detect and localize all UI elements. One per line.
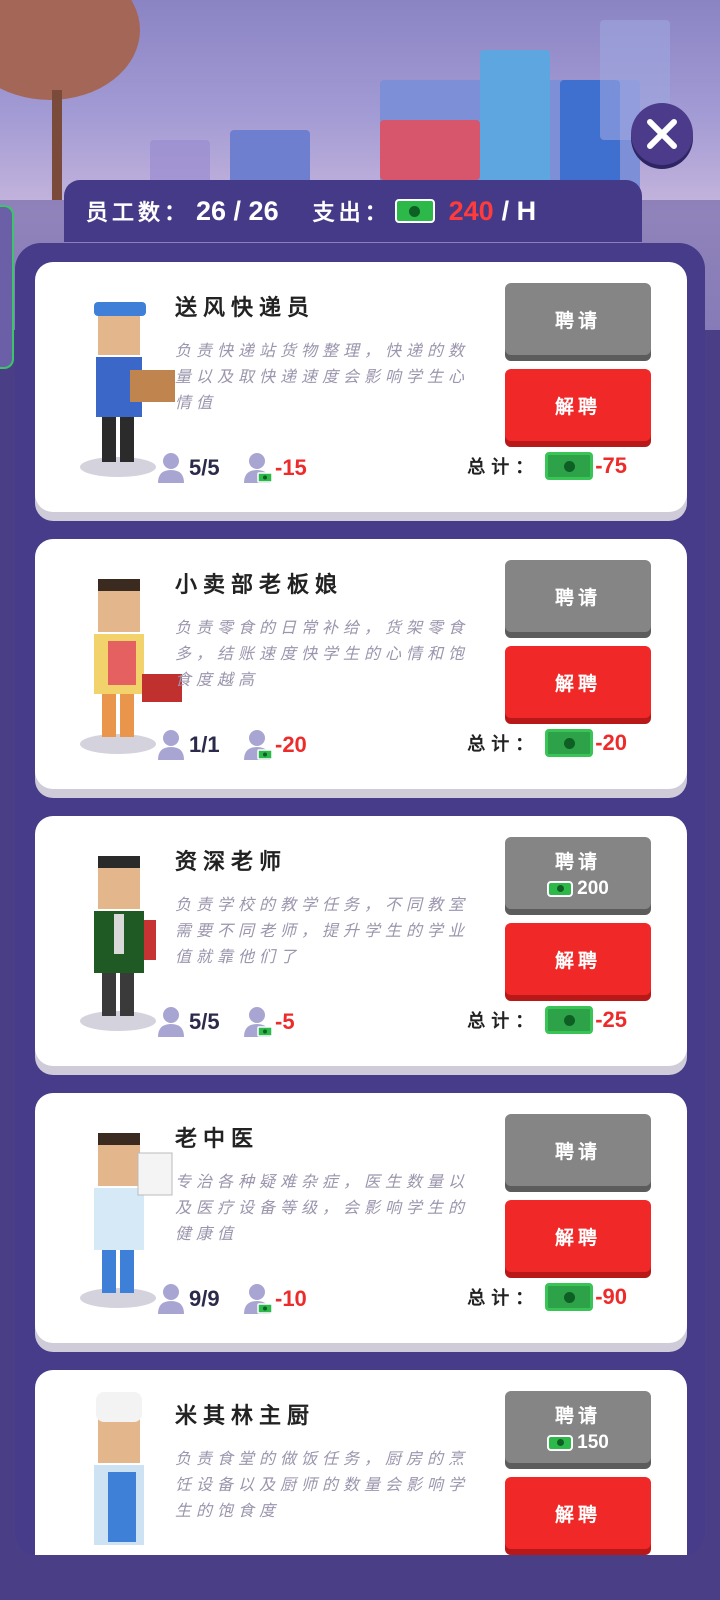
hire-label: 聘请 — [554, 586, 601, 609]
hire-button[interactable]: 聘请 — [505, 283, 651, 355]
staff-count: 9/9 — [157, 1283, 220, 1315]
staff-card: 小卖部老板娘 负责零食的日常补给，货架零食多，结账速度快学生的心情和饱食度越高 … — [35, 539, 687, 789]
salary-person-icon — [243, 729, 273, 761]
hire-cost-value: 200 — [577, 877, 609, 899]
fire-button[interactable]: 解聘 — [505, 923, 651, 995]
staff-description: 负责快递站货物整理，快递的数量以及取快递速度会影响学生心情值 — [175, 341, 470, 412]
salary-person-icon — [243, 452, 273, 484]
staff-description: 负责学校的教学任务，不同教室需要不同老师，提升学生的学业值就靠他们了 — [175, 895, 470, 966]
person-icon — [157, 729, 187, 761]
hire-label: 聘请 — [554, 1140, 601, 1163]
total-value: -20 — [595, 730, 627, 755]
salary-total: 总计： -75 — [467, 452, 627, 480]
salary-total: 总计： -25 — [467, 1006, 627, 1034]
staff-description: 负责食堂的做饭任务，厨房的烹饪设备以及厨师的数量会影响学生的饱食度 — [175, 1449, 470, 1520]
salary-total: 总计： -90 — [467, 1283, 627, 1311]
staff-title: 米其林主厨 — [175, 1403, 316, 1429]
fire-label: 解聘 — [554, 395, 601, 418]
close-icon — [647, 119, 677, 149]
hire-label: 聘请 — [554, 309, 601, 332]
fire-label: 解聘 — [554, 1503, 601, 1526]
expense-label: 支出： — [312, 200, 391, 226]
staff-card: 米其林主厨 负责食堂的做饭任务，厨房的烹饪设备以及厨师的数量会影响学生的饱食度 … — [35, 1370, 687, 1558]
fire-button[interactable]: 解聘 — [505, 1200, 651, 1272]
salary-value: -20 — [275, 732, 307, 757]
total-value: -75 — [595, 453, 627, 478]
salary-value: -5 — [275, 1009, 295, 1034]
staff-avatar-chef — [94, 1392, 144, 1545]
staff-title: 送风快递员 — [175, 295, 316, 321]
cash-icon — [547, 880, 574, 897]
cash-icon — [545, 1283, 594, 1311]
salary-per-staff: -10 — [243, 1283, 307, 1315]
hire-button[interactable]: 聘请 — [505, 560, 651, 632]
expense-value: 240 — [448, 195, 494, 226]
salary-per-staff: -20 — [243, 729, 307, 761]
cash-icon — [545, 1006, 594, 1034]
staff-count-label: 员工数： — [86, 200, 191, 226]
fire-label: 解聘 — [554, 949, 601, 972]
staff-count-value: 9/9 — [189, 1286, 220, 1311]
salary-value: -15 — [275, 455, 307, 480]
staff-stats-bar: 员工数： 26 / 26 支出： 240 / H — [64, 180, 642, 242]
fire-label: 解聘 — [554, 672, 601, 695]
side-panel-tab[interactable] — [0, 205, 14, 369]
staff-count: 5/5 — [157, 452, 220, 484]
staff-card: 老中医 专治各种疑难杂症，医生数量以及医疗设备等级，会影响学生的健康值 9/9 … — [35, 1093, 687, 1343]
hire-label: 聘请 — [554, 850, 601, 873]
staff-card: 送风快递员 负责快递站货物整理，快递的数量以及取快递速度会影响学生心情值 5/5… — [35, 262, 687, 512]
staff-description: 专治各种疑难杂症，医生数量以及医疗设备等级，会影响学生的健康值 — [175, 1172, 470, 1243]
hire-label: 聘请 — [554, 1404, 601, 1427]
salary-person-icon — [243, 1283, 273, 1315]
staff-list-panel[interactable]: 送风快递员 负责快递站货物整理，快递的数量以及取快递速度会影响学生心情值 5/5… — [15, 243, 705, 1558]
staff-title: 老中医 — [175, 1126, 260, 1152]
salary-value: -10 — [275, 1286, 307, 1311]
staff-count-value: 1/1 — [189, 732, 220, 757]
cash-icon — [394, 199, 435, 223]
staff-card: 资深老师 负责学校的教学任务，不同教室需要不同老师，提升学生的学业值就靠他们了 … — [35, 816, 687, 1066]
staff-title: 小卖部老板娘 — [175, 572, 344, 598]
fire-button[interactable]: 解聘 — [505, 369, 651, 441]
fire-label: 解聘 — [554, 1226, 601, 1249]
hire-button[interactable]: 聘请 150 — [505, 1391, 651, 1463]
bottom-bar — [0, 1555, 720, 1600]
fire-button[interactable]: 解聘 — [505, 646, 651, 718]
person-icon — [157, 1006, 187, 1038]
total-label: 总计： — [467, 1288, 540, 1309]
expense-unit: / H — [501, 195, 537, 226]
staff-count-value: 26 / 26 — [196, 195, 279, 226]
cash-icon — [547, 1434, 574, 1451]
hire-cost-value: 150 — [577, 1431, 609, 1453]
cash-icon — [545, 729, 594, 757]
total-label: 总计： — [467, 734, 540, 755]
person-icon — [157, 1283, 187, 1315]
hire-cost: 150 — [547, 1432, 609, 1454]
staff-count: 5/5 — [157, 1006, 220, 1038]
staff-count-value: 5/5 — [189, 455, 220, 480]
hire-cost: 200 — [547, 878, 609, 900]
staff-description: 负责零食的日常补给，货架零食多，结账速度快学生的心情和饱食度越高 — [175, 618, 470, 689]
staff-title: 资深老师 — [175, 849, 288, 875]
salary-person-icon — [243, 1006, 273, 1038]
total-value: -25 — [595, 1007, 627, 1032]
staff-count: 1/1 — [157, 729, 220, 761]
fire-button[interactable]: 解聘 — [505, 1477, 651, 1549]
hire-button[interactable]: 聘请 200 — [505, 837, 651, 909]
person-icon — [157, 452, 187, 484]
total-label: 总计： — [467, 1011, 540, 1032]
salary-per-staff: -15 — [243, 452, 307, 484]
total-value: -90 — [595, 1284, 627, 1309]
staff-count-value: 5/5 — [189, 1009, 220, 1034]
cash-icon — [545, 452, 594, 480]
close-button[interactable] — [631, 103, 693, 165]
total-label: 总计： — [467, 457, 540, 478]
salary-per-staff: -5 — [243, 1006, 295, 1038]
hire-button[interactable]: 聘请 — [505, 1114, 651, 1186]
salary-total: 总计： -20 — [467, 729, 627, 757]
